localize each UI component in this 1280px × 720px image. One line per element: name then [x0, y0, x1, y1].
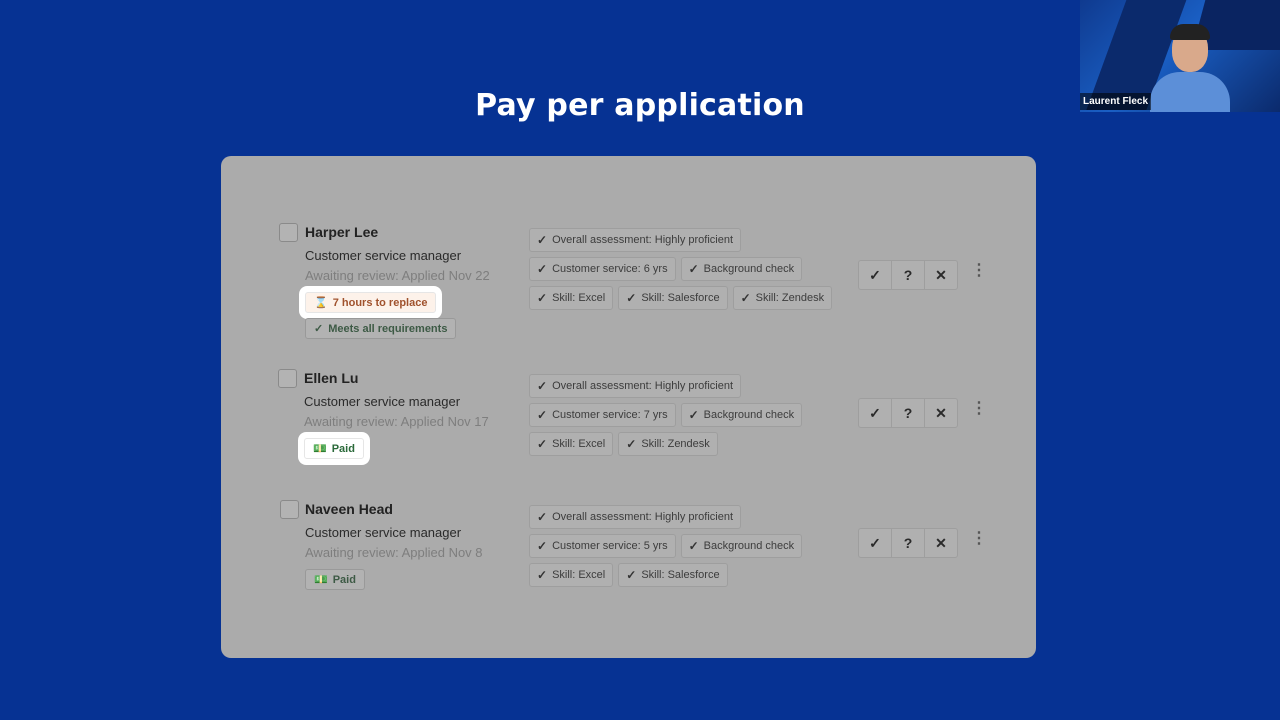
review-actions: ✓ ? ✕ [858, 398, 958, 428]
qualification-tags: ✓ Overall assessment: Highly proficient ✓… [529, 374, 859, 456]
badge-label: Meets all requirements [328, 322, 448, 335]
money-icon: 💵 [314, 574, 328, 586]
approve-button[interactable]: ✓ [859, 261, 892, 289]
check-icon: ✓ [740, 291, 751, 305]
check-icon: ✓ [626, 437, 637, 451]
qualification-tag: ✓ Skill: Salesforce [618, 286, 728, 310]
select-checkbox[interactable] [280, 500, 299, 519]
badge-label: Paid [332, 573, 356, 586]
maybe-button[interactable]: ? [892, 261, 925, 289]
candidate-status: Awaiting review: Applied Nov 22 [305, 268, 490, 283]
candidate-status: Awaiting review: Applied Nov 17 [304, 414, 489, 429]
qualification-tag: ✓ Skill: Excel [529, 432, 614, 456]
qualification-tags: ✓ Overall assessment: Highly proficient ✓… [529, 228, 859, 310]
check-icon: ✓ [537, 539, 548, 553]
approve-button[interactable]: ✓ [859, 529, 892, 557]
check-icon: ✓ [688, 408, 699, 422]
candidate-job: Customer service manager [305, 248, 462, 263]
check-icon: ✓ [626, 568, 637, 582]
select-checkbox[interactable] [278, 369, 297, 388]
check-icon: ✓ [537, 379, 548, 393]
badge-label: Paid [331, 442, 355, 455]
check-icon: ✓ [537, 262, 548, 276]
more-options-icon[interactable]: ⋮ [971, 531, 987, 547]
maybe-button[interactable]: ? [892, 399, 925, 427]
review-actions: ✓ ? ✕ [858, 528, 958, 558]
check-icon: ✓ [314, 323, 324, 335]
hourglass-icon: ⌛ [314, 297, 328, 309]
check-icon: ✓ [626, 291, 637, 305]
candidate-job: Customer service manager [305, 525, 462, 540]
reject-button[interactable]: ✕ [925, 399, 957, 427]
select-checkbox[interactable] [279, 223, 298, 242]
check-icon: ✓ [537, 408, 548, 422]
check-icon: ✓ [537, 291, 548, 305]
candidate-name[interactable]: Ellen Lu [304, 370, 358, 386]
candidate-list-card: Harper Lee Customer service manager Awai… [221, 156, 1036, 658]
check-icon: ✓ [537, 510, 548, 524]
qualification-tag: ✓ Background check [680, 257, 803, 281]
review-actions: ✓ ? ✕ [858, 260, 958, 290]
paid-badge: 💵 Paid [305, 569, 365, 590]
qualification-tag: ✓ Overall assessment: Highly proficient [529, 374, 742, 398]
badge-label: 7 hours to replace [332, 296, 428, 309]
qualification-tag: ✓ Overall assessment: Highly proficient [529, 228, 742, 252]
money-icon: 💵 [313, 443, 327, 455]
check-icon: ✓ [537, 233, 548, 247]
candidate-name[interactable]: Harper Lee [305, 224, 378, 240]
participant-video[interactable]: Laurent Fleck [1080, 0, 1280, 112]
check-icon: ✓ [688, 539, 699, 553]
qualification-tag: ✓ Skill: Excel [529, 563, 614, 587]
candidate-name[interactable]: Naveen Head [305, 501, 393, 517]
participant-figure [1140, 20, 1240, 112]
more-options-icon[interactable]: ⋮ [971, 263, 987, 279]
maybe-button[interactable]: ? [892, 529, 925, 557]
participant-name-label: Laurent Fleck [1080, 93, 1152, 110]
approve-button[interactable]: ✓ [859, 399, 892, 427]
qualification-tag: ✓ Skill: Zendesk [618, 432, 718, 456]
qualification-tag: ✓ Background check [680, 403, 803, 427]
check-icon: ✓ [688, 262, 699, 276]
qualification-tag: ✓ Overall assessment: Highly proficient [529, 505, 742, 529]
qualification-tag: ✓ Customer service: 6 yrs [529, 257, 676, 281]
time-to-replace-badge: ⌛ 7 hours to replace [305, 292, 437, 313]
paid-badge: 💵 Paid [304, 438, 364, 459]
more-options-icon[interactable]: ⋮ [971, 401, 987, 417]
qualification-tag: ✓ Background check [680, 534, 803, 558]
qualification-tag: ✓ Customer service: 5 yrs [529, 534, 676, 558]
check-icon: ✓ [537, 437, 548, 451]
candidate-job: Customer service manager [304, 394, 461, 409]
reject-button[interactable]: ✕ [925, 261, 957, 289]
reject-button[interactable]: ✕ [925, 529, 957, 557]
candidate-status: Awaiting review: Applied Nov 8 [305, 545, 483, 560]
qualification-tag: ✓ Skill: Zendesk [732, 286, 833, 310]
requirements-badge: ✓ Meets all requirements [305, 318, 457, 339]
qualification-tags: ✓ Overall assessment: Highly proficient ✓… [529, 505, 859, 587]
qualification-tag: ✓ Skill: Excel [529, 286, 614, 310]
qualification-tag: ✓ Customer service: 7 yrs [529, 403, 676, 427]
check-icon: ✓ [537, 568, 548, 582]
qualification-tag: ✓ Skill: Salesforce [618, 563, 728, 587]
